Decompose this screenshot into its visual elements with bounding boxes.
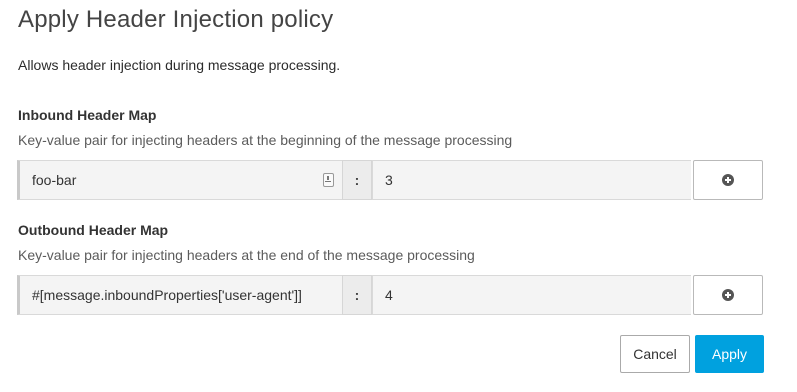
outbound-value: 4 <box>385 287 393 303</box>
inbound-key-field[interactable]: foo-bar <box>17 160 343 200</box>
plus-circle-icon <box>722 289 734 301</box>
outbound-header-row: #[message.inboundProperties['user-agent'… <box>17 275 763 315</box>
inbound-header-row: foo-bar : 3 <box>17 160 763 200</box>
outbound-key-field[interactable]: #[message.inboundProperties['user-agent'… <box>17 275 343 315</box>
outbound-add-button[interactable] <box>693 275 763 315</box>
inbound-section-title: Inbound Header Map <box>18 107 157 123</box>
inbound-section-help: Key-value pair for injecting headers at … <box>18 132 513 148</box>
apply-button[interactable]: Apply <box>695 335 764 373</box>
outbound-value-field[interactable]: 4 <box>372 275 691 315</box>
key-value-separator: : <box>342 160 372 200</box>
outbound-key-value: #[message.inboundProperties['user-agent'… <box>32 287 302 303</box>
expression-icon[interactable] <box>323 173 334 187</box>
dialog-description: Allows header injection during message p… <box>18 57 341 73</box>
inbound-value-field[interactable]: 3 <box>372 160 691 200</box>
outbound-section-title: Outbound Header Map <box>18 222 169 238</box>
plus-circle-icon <box>722 174 734 186</box>
inbound-key-value: foo-bar <box>32 172 77 188</box>
dialog-title: Apply Header Injection policy <box>18 6 334 33</box>
cancel-button[interactable]: Cancel <box>620 335 690 373</box>
outbound-section-help: Key-value pair for injecting headers at … <box>18 247 475 263</box>
key-value-separator: : <box>342 275 372 315</box>
inbound-add-button[interactable] <box>693 160 763 200</box>
inbound-value: 3 <box>385 172 393 188</box>
